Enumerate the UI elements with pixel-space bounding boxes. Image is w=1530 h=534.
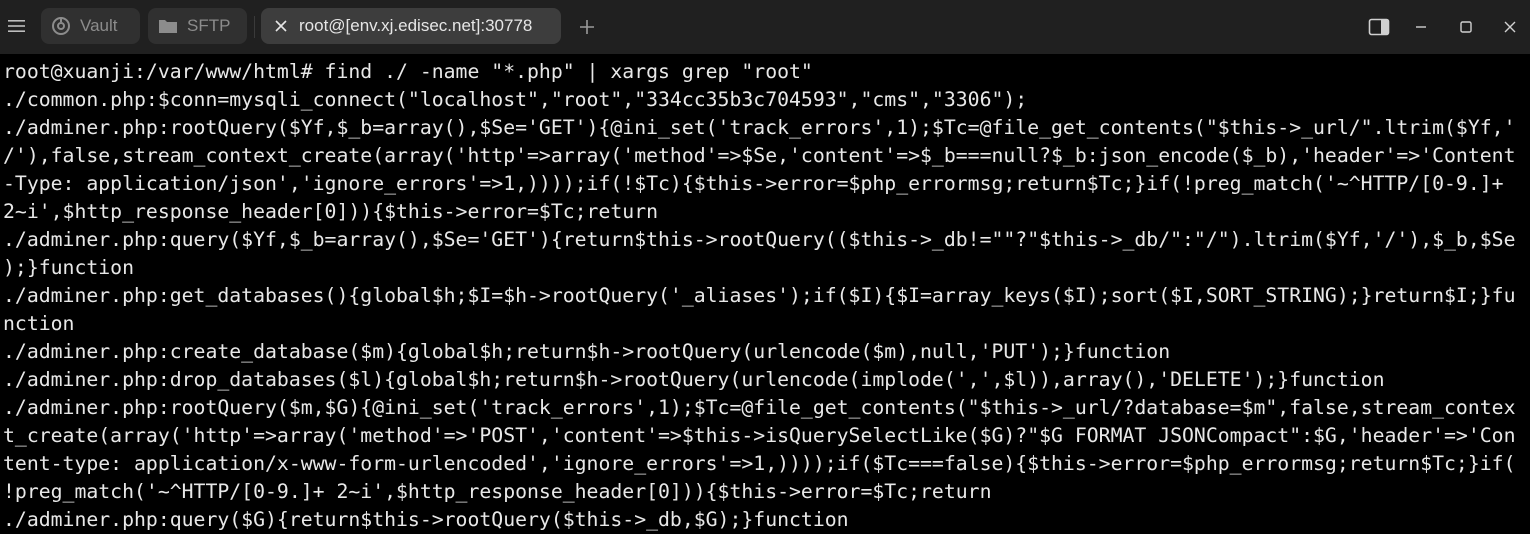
terminal-line: 2~i',$http_response_header[0])){$this->e… — [3, 200, 659, 223]
terminal-line: );}function — [3, 256, 135, 279]
terminal-line: /'),false,stream_context_create(array('h… — [3, 144, 1516, 167]
terminal-line: t_create(array('http'=>array('method'=>'… — [3, 424, 1516, 447]
tab-vault-label: Vault — [80, 16, 118, 35]
folder-icon — [158, 16, 178, 36]
close-icon[interactable] — [271, 16, 291, 36]
tab-ssh-session[interactable]: root@[env.xj.edisec.net]:30778 — [261, 8, 561, 44]
terminal-line: ./adminer.php:query($G){return$this->roo… — [3, 508, 849, 531]
maximize-icon — [1460, 21, 1472, 33]
title-bar: Vault SFTP root@[env.xj.edisec.net]:3077… — [0, 0, 1530, 54]
tab-ssh-session-label: root@[env.xj.edisec.net]:30778 — [299, 16, 533, 35]
terminal-line: ./adminer.php:create_database($m){global… — [3, 340, 1171, 363]
hamburger-menu-button[interactable] — [2, 10, 32, 42]
terminal-line: ./adminer.php:get_databases(){global$h;$… — [3, 284, 1516, 307]
terminal-window: Vault SFTP root@[env.xj.edisec.net]:3077… — [0, 0, 1530, 534]
vault-icon — [51, 16, 71, 36]
close-window-icon — [1504, 21, 1516, 33]
toggle-panel-button[interactable] — [1364, 12, 1394, 42]
terminal-output[interactable]: root@xuanji:/var/www/html# find ./ -name… — [0, 58, 1530, 534]
tab-sftp-label: SFTP — [187, 16, 231, 35]
maximize-button[interactable] — [1451, 12, 1481, 42]
new-tab-button[interactable] — [574, 14, 600, 40]
hamburger-icon — [8, 20, 25, 32]
terminal-line: root@xuanji:/var/www/html# find ./ -name… — [3, 60, 813, 83]
terminal-line: ./adminer.php:rootQuery($m,$G){@ini_set(… — [3, 396, 1516, 419]
terminal-line: ./adminer.php:rootQuery($Yf,$_b=array(),… — [3, 116, 1516, 139]
tab-sftp[interactable]: SFTP — [148, 8, 247, 44]
terminal-line: -Type: application/json','ignore_errors'… — [3, 172, 1504, 195]
terminal-line: ./adminer.php:drop_databases($l){global$… — [3, 368, 1385, 391]
terminal-line: ./common.php:$conn=mysqli_connect("local… — [3, 88, 1028, 111]
terminal-line: !preg_match('~^HTTP/[0-9.]+ 2~i',$http_r… — [3, 480, 992, 503]
minimize-icon — [1416, 26, 1426, 28]
terminal-line: ./adminer.php:query($Yf,$_b=array(),$Se=… — [3, 228, 1516, 251]
plus-icon — [580, 20, 594, 34]
close-window-button[interactable] — [1495, 12, 1525, 42]
tab-divider — [254, 16, 255, 38]
tab-vault[interactable]: Vault — [41, 8, 140, 44]
minimize-button[interactable] — [1406, 12, 1436, 42]
side-panel-icon — [1368, 18, 1390, 36]
terminal-line: nction — [3, 312, 75, 335]
terminal-line: tent-type: application/x-www-form-urlenc… — [3, 452, 1516, 475]
